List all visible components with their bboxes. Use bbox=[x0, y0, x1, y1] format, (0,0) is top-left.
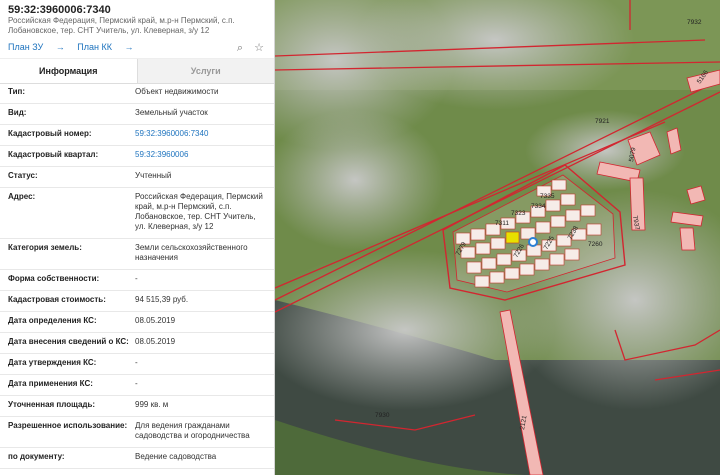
map-canvas[interactable]: 7932 5166 7921 7937 5079 7335 7334 7323 … bbox=[275, 0, 720, 475]
cadastral-number-link[interactable]: 59:32:3960006:7340 bbox=[135, 129, 267, 139]
plan-links: План ЗУ → План КК → bbox=[8, 42, 143, 52]
row-label: по документу: bbox=[8, 452, 65, 461]
panel-tabs: Информация Услуги bbox=[0, 58, 274, 84]
location-marker-icon[interactable] bbox=[528, 237, 538, 247]
row-value: Для ведения гражданами садоводства и ого… bbox=[135, 421, 250, 440]
tab-information[interactable]: Информация bbox=[0, 59, 137, 83]
info-row-status: Статус: Учтенный bbox=[0, 167, 274, 188]
row-value: Земельный участок bbox=[135, 108, 208, 117]
row-value: Объект недвижимости bbox=[135, 87, 219, 96]
row-label: Уточненная площадь: bbox=[8, 400, 96, 409]
parcel[interactable] bbox=[519, 263, 535, 276]
parcel[interactable] bbox=[550, 215, 566, 228]
info-row-cadastral-value: Кадастровая стоимость: 94 515,39 руб. bbox=[0, 291, 274, 312]
info-row-cadastral-number: Кадастровый номер: 59:32:3960006:7340 bbox=[0, 125, 274, 146]
map-label: 7334 bbox=[531, 203, 546, 210]
star-icon[interactable]: ☆ bbox=[254, 42, 264, 54]
info-row-date-applied: Дата применения КС: - bbox=[0, 375, 274, 396]
info-row-permitted-use: Разрешенное использование: Для ведения г… bbox=[0, 417, 274, 448]
row-label: Дата определения КС: bbox=[8, 316, 97, 325]
row-label: Категория земель: bbox=[8, 243, 82, 252]
map-label: 7323 bbox=[511, 210, 526, 217]
parcel[interactable] bbox=[534, 258, 550, 271]
row-value: 08.05.2019 bbox=[135, 316, 176, 325]
parcel[interactable] bbox=[489, 271, 505, 284]
parcel[interactable] bbox=[466, 261, 482, 274]
info-row-date-approved: Дата утверждения КС: - bbox=[0, 354, 274, 375]
row-label: Кадастровая стоимость: bbox=[8, 295, 106, 304]
plan-zu-link[interactable]: План ЗУ → bbox=[8, 42, 65, 52]
cadastral-map[interactable]: 7932 5166 7921 7937 5079 7335 7334 7323 … bbox=[275, 0, 720, 475]
row-label: Кадастровый номер: bbox=[8, 129, 92, 138]
info-row-by-document: по документу: Ведение садоводства bbox=[0, 448, 274, 469]
cadastral-title: 59:32:3960006:7340 bbox=[8, 4, 111, 16]
info-row-date-entered: Дата внесения сведений о КС: 08.05.2019 bbox=[0, 333, 274, 354]
search-select-icon[interactable]: ⌕ bbox=[237, 42, 243, 54]
map-label: 7335 bbox=[540, 193, 555, 200]
row-label: Дата применения КС: bbox=[8, 379, 93, 388]
parcel[interactable] bbox=[580, 204, 596, 217]
parcel[interactable] bbox=[470, 228, 486, 241]
row-value: - bbox=[135, 358, 138, 367]
parcel[interactable] bbox=[586, 223, 602, 236]
info-row-cadastral-quarter: Кадастровый квартал: 59:32:3960006 bbox=[0, 146, 274, 167]
parcel[interactable] bbox=[565, 209, 581, 222]
parcel[interactable] bbox=[474, 275, 490, 288]
cadastral-quarter-link[interactable]: 59:32:3960006 bbox=[135, 150, 267, 160]
parcel[interactable] bbox=[481, 257, 497, 270]
parcel[interactable] bbox=[535, 221, 551, 234]
row-value: - bbox=[135, 379, 138, 388]
row-label: Форма собственности: bbox=[8, 274, 100, 283]
row-label: Разрешенное использование: bbox=[8, 421, 128, 430]
object-address: Российская Федерация, Пермский край, м.р… bbox=[8, 16, 235, 35]
plan-kk-link[interactable]: План КК → bbox=[77, 42, 133, 52]
info-row-date-determined: Дата определения КС: 08.05.2019 bbox=[0, 312, 274, 333]
info-row-type: Тип: Объект недвижимости bbox=[0, 83, 274, 104]
row-label: Тип: bbox=[8, 87, 25, 96]
row-label: Кадастровый квартал: bbox=[8, 150, 99, 159]
info-row-area: Уточненная площадь: 999 кв. м bbox=[0, 396, 274, 417]
map-label: 7930 bbox=[375, 412, 390, 419]
parcel[interactable] bbox=[490, 237, 506, 250]
info-row-ownership: Форма собственности: - bbox=[0, 270, 274, 291]
row-label: Дата утверждения КС: bbox=[8, 358, 97, 367]
row-value: 94 515,39 руб. bbox=[135, 295, 189, 304]
tab-services[interactable]: Услуги bbox=[136, 59, 274, 83]
row-label: Дата внесения сведений о КС: bbox=[8, 337, 129, 346]
map-label: 7932 bbox=[687, 19, 702, 26]
info-row-kind: Вид: Земельный участок bbox=[0, 104, 274, 125]
row-value: Земли сельскохозяйственного назначения bbox=[135, 243, 248, 262]
info-row-address: Адрес: Российская Федерация, Пермский кр… bbox=[0, 188, 274, 239]
info-table: Тип: Объект недвижимости Вид: Земельный … bbox=[0, 83, 274, 469]
info-row-land-category: Категория земель: Земли сельскохозяйстве… bbox=[0, 239, 274, 270]
building-parcel[interactable] bbox=[679, 227, 696, 251]
row-value: Российская Федерация, Пермский край, м.р… bbox=[135, 192, 263, 231]
row-label: Вид: bbox=[8, 108, 27, 117]
parcel[interactable] bbox=[564, 248, 580, 261]
row-label: Адрес: bbox=[8, 192, 36, 201]
row-value: - bbox=[135, 274, 138, 283]
info-panel: 59:32:3960006:7340 Российская Федерация,… bbox=[0, 0, 275, 475]
selected-parcel[interactable] bbox=[505, 231, 520, 244]
parcel[interactable] bbox=[549, 253, 565, 266]
parcel[interactable] bbox=[560, 193, 576, 206]
row-value: 999 кв. м bbox=[135, 400, 169, 409]
row-value: Учтенный bbox=[135, 171, 172, 180]
parcel[interactable] bbox=[496, 253, 512, 266]
row-label: Статус: bbox=[8, 171, 38, 180]
plan-zu-label: План ЗУ bbox=[8, 42, 44, 52]
map-label: 7921 bbox=[595, 118, 610, 125]
row-value: 08.05.2019 bbox=[135, 337, 176, 346]
parcel[interactable] bbox=[504, 267, 520, 280]
parcel[interactable] bbox=[475, 242, 491, 255]
panel-tools: ⌕ ☆ bbox=[229, 41, 264, 55]
parcel[interactable] bbox=[545, 199, 561, 212]
parcel[interactable] bbox=[551, 179, 567, 191]
row-value: Ведение садоводства bbox=[135, 452, 217, 461]
map-label: 7260 bbox=[588, 241, 603, 248]
plan-kk-label: План КК bbox=[77, 42, 112, 52]
map-label: 7311 bbox=[495, 220, 509, 227]
